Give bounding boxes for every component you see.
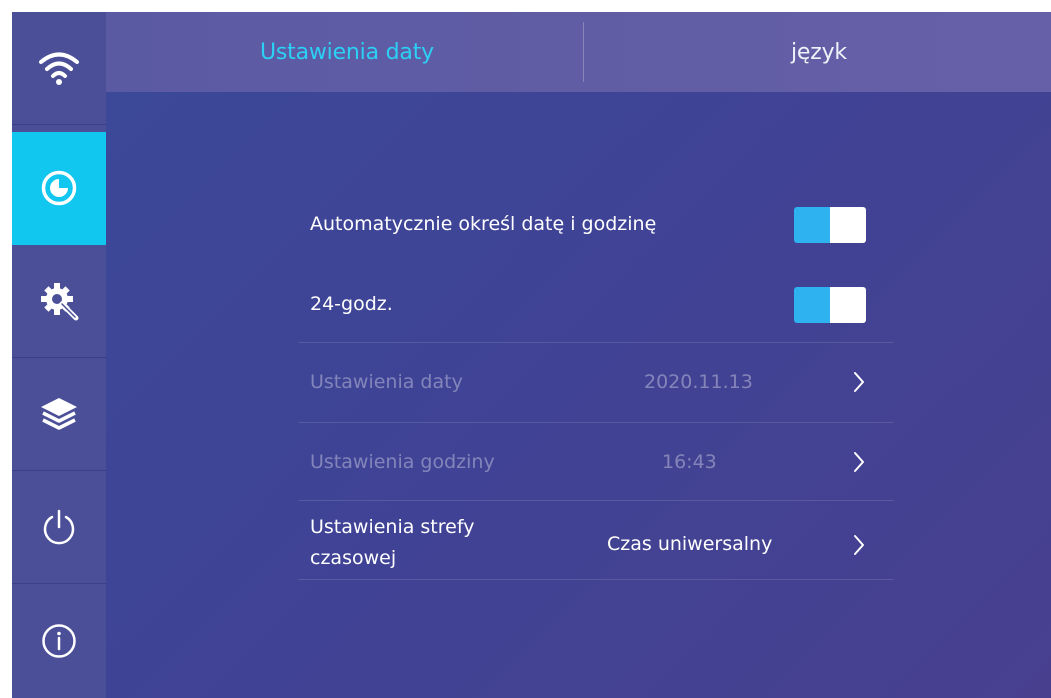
auto-datetime-label: Automatycznie określ datę i godzinę xyxy=(310,213,657,235)
format-24h-row: 24-godz. xyxy=(298,280,894,330)
date-setting-value: 2020.11.13 xyxy=(644,371,753,393)
settings-window: Ustawienia daty język Automatycznie okre… xyxy=(12,12,1051,698)
timezone-setting-label-line1: Ustawienia strefy xyxy=(310,516,475,538)
format-24h-label: 24-godz. xyxy=(310,293,393,315)
power-icon xyxy=(43,509,75,545)
date-setting-label: Ustawienia daty xyxy=(310,371,463,393)
sidebar-item-power[interactable] xyxy=(12,471,106,584)
chevron-right-icon xyxy=(854,372,864,392)
chevron-right-icon xyxy=(854,452,864,472)
chevron-right-icon xyxy=(854,535,864,555)
time-setting-value: 16:43 xyxy=(662,451,717,473)
auto-datetime-toggle[interactable] xyxy=(794,207,866,243)
format-24h-toggle[interactable] xyxy=(794,287,866,323)
tab-date-settings[interactable]: Ustawienia daty xyxy=(260,12,434,92)
auto-datetime-row: Automatycznie określ datę i godzinę xyxy=(298,200,894,250)
date-setting-row[interactable]: Ustawienia daty 2020.11.13 xyxy=(298,357,894,407)
row-divider xyxy=(298,500,894,501)
timezone-setting-row[interactable]: Ustawienia strefy czasowej Czas uniwersa… xyxy=(298,512,894,578)
toggle-knob xyxy=(830,207,866,243)
tab-language-label: język xyxy=(791,39,847,65)
toggle-on-segment xyxy=(794,287,830,323)
tab-language[interactable]: język xyxy=(791,12,847,92)
row-divider xyxy=(298,422,894,423)
tab-divider xyxy=(583,22,584,82)
row-divider xyxy=(298,342,894,343)
info-icon xyxy=(42,623,76,658)
layers-icon xyxy=(41,398,77,430)
time-setting-label: Ustawienia godziny xyxy=(310,451,495,473)
timezone-setting-label-line2: czasowej xyxy=(310,547,397,569)
time-setting-row[interactable]: Ustawienia godziny 16:43 xyxy=(298,437,894,487)
row-divider xyxy=(298,579,894,580)
toggle-on-segment xyxy=(794,207,830,243)
sidebar-item-settings[interactable] xyxy=(12,245,106,358)
sidebar-item-wifi[interactable] xyxy=(12,12,106,125)
wifi-icon xyxy=(39,52,79,85)
timezone-setting-value: Czas uniwersalny xyxy=(607,533,773,555)
sidebar-item-layers[interactable] xyxy=(12,358,106,471)
sidebar-item-info[interactable] xyxy=(12,584,106,697)
sidebar-item-datetime[interactable] xyxy=(12,132,106,245)
tab-date-settings-label: Ustawienia daty xyxy=(260,39,434,65)
clock-icon xyxy=(41,170,77,206)
settings-gear-icon xyxy=(41,283,79,321)
sidebar xyxy=(12,12,106,698)
toggle-knob xyxy=(830,287,866,323)
tab-bar: Ustawienia daty język xyxy=(106,12,1051,92)
